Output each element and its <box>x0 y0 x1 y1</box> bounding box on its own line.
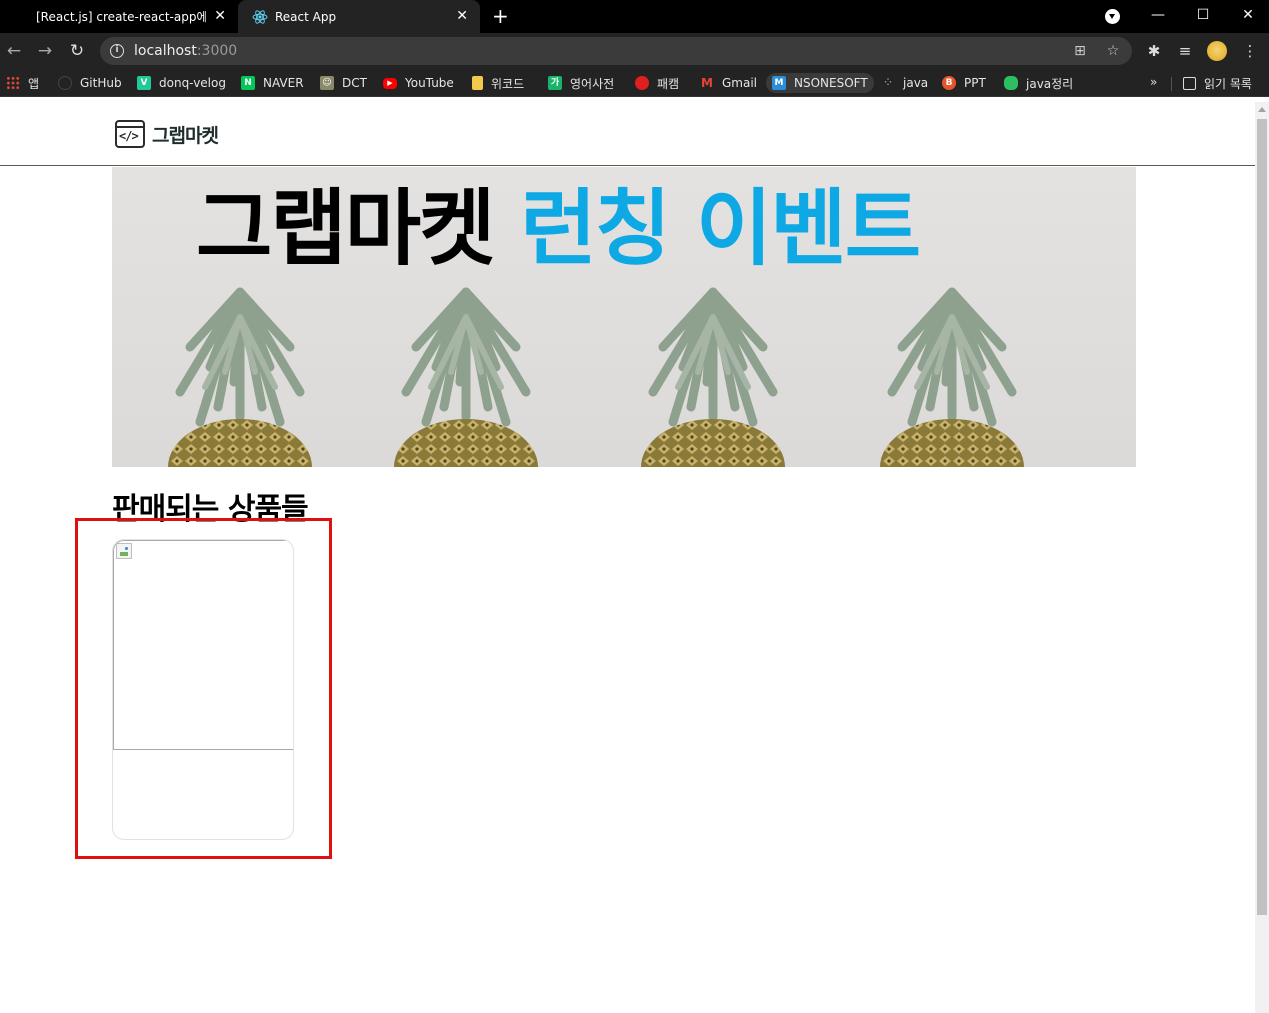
nsonesoft-icon: M <box>772 76 786 90</box>
back-arrow-icon[interactable]: ← <box>2 39 26 63</box>
bookmark-label: 위코드 <box>491 76 525 91</box>
bookmark-label: GitHub <box>80 76 122 90</box>
bookmarks-divider <box>1171 77 1172 91</box>
banner-title-event: 런칭 이벤트 <box>520 180 921 277</box>
banner-title-brand: 그랩마켓 <box>196 180 495 277</box>
launch-event-banner[interactable]: 그랩마켓 런칭 이벤트 <box>112 167 1136 467</box>
scrollbar-thumb[interactable] <box>1257 119 1267 915</box>
close-window-button[interactable]: ✕ <box>1228 0 1268 33</box>
minimize-button[interactable]: — <box>1138 0 1178 33</box>
reload-icon[interactable]: ↻ <box>65 39 89 63</box>
product-image[interactable] <box>113 540 293 750</box>
folder-icon <box>472 76 483 90</box>
bookmark-label: 패캠 <box>657 76 680 91</box>
forward-arrow-icon[interactable]: → <box>33 39 57 63</box>
bookmark-label: YouTube <box>405 76 454 90</box>
gmail-icon: M <box>701 76 713 90</box>
bookmark-java-notes[interactable]: java정리 <box>1004 73 1073 93</box>
bookmark-label: donq-velog <box>159 76 226 90</box>
extensions-puzzle-icon[interactable]: ✱ <box>1144 41 1164 61</box>
velog-icon: V <box>137 76 151 90</box>
bookmark-gmail[interactable]: M Gmail <box>700 73 757 93</box>
code-window-icon: </> <box>115 120 145 148</box>
bookmark-label: 앱 <box>28 76 40 91</box>
bookmark-dct[interactable]: ☺ DCT <box>320 73 367 93</box>
product-card[interactable] <box>112 539 294 840</box>
url-port: :3000 <box>196 43 238 59</box>
bookmark-java[interactable]: ⁘ java <box>881 73 928 93</box>
bookmark-nsonesoft[interactable]: M NSONESOFT <box>766 73 874 93</box>
youtube-icon: ▶ <box>383 77 397 89</box>
tab-strip: [React.js] create-react-app에서 i ✕ React … <box>0 0 1269 33</box>
bookmark-label: java정리 <box>1026 76 1074 91</box>
reading-list-label: 읽기 목록 <box>1204 76 1252 91</box>
tab-search-icon[interactable] <box>1105 9 1120 24</box>
bookmark-wecode[interactable]: 위코드 <box>472 73 524 93</box>
dictionary-icon: 가 <box>548 76 562 90</box>
bookmark-ppt[interactable]: B PPT <box>942 73 986 93</box>
bookmark-label: 영어사전 <box>570 76 615 91</box>
apps-grid-icon <box>6 76 20 90</box>
star-bookmark-icon[interactable]: ☆ <box>1104 42 1122 60</box>
banner-title: 그랩마켓 런칭 이벤트 <box>196 179 921 279</box>
ppt-icon: B <box>942 76 956 90</box>
site-info-icon[interactable]: i <box>110 44 124 58</box>
bookmark-naver[interactable]: N NAVER <box>241 73 304 93</box>
new-tab-button[interactable]: + <box>492 5 509 27</box>
tab-title: [React.js] create-react-app에서 i <box>36 10 206 24</box>
close-tab-icon[interactable]: ✕ <box>214 8 226 24</box>
translate-icon[interactable]: ⊞ <box>1071 42 1089 60</box>
bookmark-english-dictionary[interactable]: 가 영어사전 <box>548 73 614 93</box>
bookmark-label: Gmail <box>722 76 758 90</box>
bookmark-label: NAVER <box>263 76 304 90</box>
site-logo[interactable]: </> 그랩마켓 <box>115 120 219 148</box>
tab-title: React App <box>275 9 337 24</box>
bookmark-label: DCT <box>342 76 367 90</box>
bookmark-label: java <box>903 76 929 90</box>
dct-icon: ☺ <box>320 76 334 90</box>
scroll-up-arrow-icon[interactable] <box>1258 107 1266 112</box>
close-tab-icon[interactable]: ✕ <box>456 8 468 24</box>
profile-avatar[interactable] <box>1207 41 1227 61</box>
url-text[interactable]: localhost:3000 <box>134 43 237 59</box>
tab-react-app[interactable]: React App ✕ <box>238 0 480 33</box>
tab-react-article[interactable]: [React.js] create-react-app에서 i ✕ <box>0 0 238 33</box>
bookmark-youtube[interactable]: ▶ YouTube <box>383 73 454 93</box>
evernote-icon <box>1004 76 1018 90</box>
bookmark-donq-velog[interactable]: V donq-velog <box>137 73 226 93</box>
maximize-button[interactable]: ☐ <box>1183 0 1223 33</box>
bookmark-fastcampus[interactable]: 패캠 <box>635 73 679 93</box>
naver-icon: N <box>241 76 255 90</box>
bookmark-apps[interactable]: 앱 <box>6 73 39 93</box>
bookmark-label: PPT <box>964 76 986 90</box>
bookmark-label: NSONESOFT <box>794 76 868 90</box>
broken-image-icon <box>116 543 132 559</box>
url-host: localhost <box>134 43 197 59</box>
java-icon: ⁘ <box>884 78 892 88</box>
github-icon <box>58 76 72 90</box>
site-header: </> 그랩마켓 <box>0 102 1255 166</box>
fastcampus-icon <box>635 76 649 90</box>
address-bar[interactable]: i localhost:3000 ⊞ ☆ <box>100 37 1132 65</box>
bookmark-github[interactable]: GitHub <box>58 73 122 93</box>
page-scrollbar[interactable] <box>1255 102 1269 1013</box>
logo-text: 그랩마켓 <box>152 124 219 147</box>
more-bookmarks-chevron-icon[interactable]: » <box>1150 75 1157 89</box>
reading-list-button[interactable]: 읽기 목록 <box>1183 73 1252 93</box>
more-menu-icon[interactable]: ⋮ <box>1240 41 1260 61</box>
react-icon <box>252 10 268 24</box>
page-viewport: </> 그랩마켓 그랩마켓 런칭 이벤트 판매되는 상품들 <box>0 102 1255 1013</box>
bookmarks-bar: 앱 GitHub V donq-velog N NAVER ☺ DCT ▶ Yo… <box>0 69 1269 97</box>
reading-list-icon <box>1183 76 1196 90</box>
browser-toolbar: ← → ↻ i localhost:3000 ⊞ ☆ ✱ ≡ ⋮ <box>0 33 1269 69</box>
media-queue-icon[interactable]: ≡ <box>1175 41 1195 61</box>
